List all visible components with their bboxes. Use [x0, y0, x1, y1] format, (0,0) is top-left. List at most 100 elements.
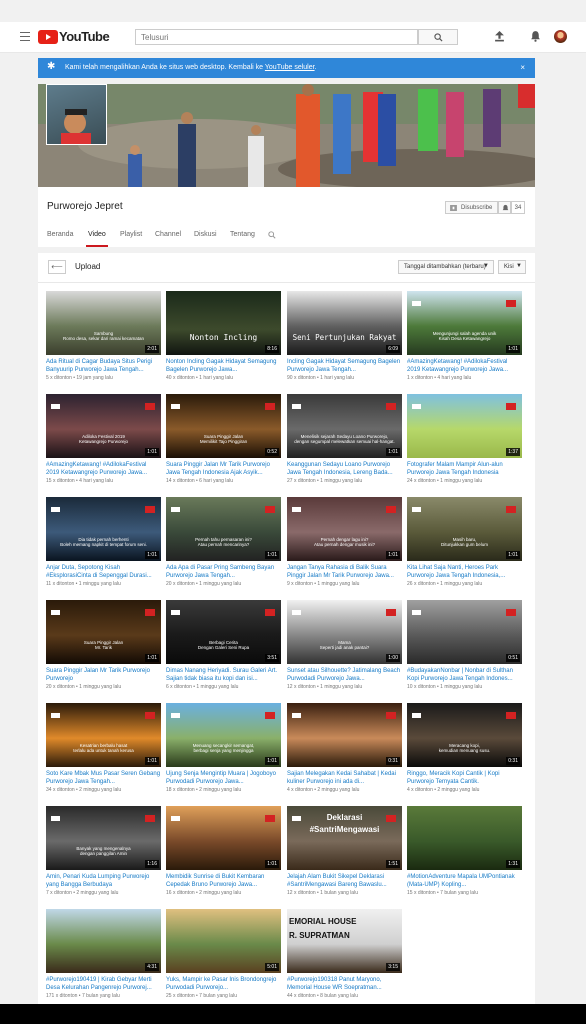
video-card[interactable]: EMORIAL HOUSE R. SUPRATMAN 3:15 #Purworejo…: [287, 909, 402, 999]
video-title[interactable]: Suara Pinggir Jalan Mr Tarik Purworejo P…: [46, 667, 161, 683]
notifications-bell-icon[interactable]: [530, 30, 541, 42]
close-icon[interactable]: ×: [520, 63, 525, 72]
video-card[interactable]: Dia tidak pernah berhenti Boleh memang n…: [46, 497, 161, 587]
search-input[interactable]: [141, 33, 412, 42]
video-card[interactable]: Mama Seperti jadi anak pantai? 1:00 Sunset…: [287, 600, 402, 690]
video-card[interactable]: 1:01 Membidik Sunrise di Bukit Kembaran C…: [166, 806, 281, 896]
unsubscribe-button[interactable]: Disubscribe: [445, 201, 498, 214]
video-thumbnail[interactable]: Suara Pinggir Jalan Mr. Tarik 1:01: [46, 600, 161, 664]
video-thumbnail[interactable]: 4:31: [46, 909, 161, 973]
video-card[interactable]: Meracang kopi, kemudian menuang susu. 0:3…: [407, 703, 522, 793]
video-card[interactable]: Suara Pinggir Jalan Memilikit Tajo Pingg…: [166, 394, 281, 484]
video-title[interactable]: Ujung Senja Mengintip Muara | Jogoboyo P…: [166, 770, 281, 786]
video-card[interactable]: Banyak yang mengenalnya dengan panggilan…: [46, 806, 161, 896]
video-thumbnail[interactable]: Mama Seperti jadi anak pantai? 1:00: [287, 600, 402, 664]
video-thumbnail[interactable]: Mengunjungi salah agenda unik Kisah Desa…: [407, 291, 522, 355]
video-thumbnail[interactable]: Nonton Incling 8:16: [166, 291, 281, 355]
video-title[interactable]: Membidik Sunrise di Bukit Kembaran Ceped…: [166, 873, 281, 889]
video-title[interactable]: Keanggunan Sedayu Loano Purworejo Jawa T…: [287, 461, 402, 477]
video-thumbnail[interactable]: Sambung Romo desa, sekar dari ramai keca…: [46, 291, 161, 355]
video-title[interactable]: #Purworejo190318 Panut Maryono, Memorial…: [287, 976, 402, 992]
video-card[interactable]: Menuang secangkir semangat, berbagi senj…: [166, 703, 281, 793]
video-card[interactable]: Nonton Incling 8:16 Nonton Incling Gagak H…: [166, 291, 281, 381]
video-card[interactable]: Kesatrian berbalu hasat terlalu ada untu…: [46, 703, 161, 793]
video-thumbnail[interactable]: 5:01: [166, 909, 281, 973]
video-card[interactable]: Adiloka Festival 2019 Ketawangrejo Purwo…: [46, 394, 161, 484]
search-box[interactable]: [135, 29, 418, 45]
video-title[interactable]: Incling Gagak Hidayat Semagung Bagelen P…: [287, 358, 402, 374]
video-thumbnail[interactable]: Masih baru, Ditunjukkan gum belum 1:01: [407, 497, 522, 561]
video-thumbnail[interactable]: Pernah dengar lagu ini? Atau pernah deng…: [287, 497, 402, 561]
video-thumbnail[interactable]: 1:31: [407, 806, 522, 870]
back-button[interactable]: ⟵: [48, 260, 66, 274]
video-thumbnail[interactable]: Meracang kopi, kemudian menuang susu. 0:3…: [407, 703, 522, 767]
video-card[interactable]: 1:31 #MotionAdventure Mapala UMPontianak …: [407, 806, 522, 896]
video-thumbnail[interactable]: 0:51: [407, 600, 522, 664]
video-title[interactable]: Ada Ritual di Cagar Budaya Situs Perigi …: [46, 358, 161, 374]
video-thumbnail[interactable]: 1:01: [166, 806, 281, 870]
mobile-site-link[interactable]: YouTube seluler: [265, 64, 315, 71]
video-title[interactable]: Anjar Duta, Sepotong Kisah #EksplorasiCi…: [46, 564, 161, 580]
video-title[interactable]: Sajian Melegakan Kedai Sahabat | Kedai k…: [287, 770, 402, 786]
video-thumbnail[interactable]: Kesatrian berbalu hasat terlalu ada untu…: [46, 703, 161, 767]
menu-icon[interactable]: [20, 32, 30, 41]
video-thumbnail[interactable]: Adiloka Festival 2019 Ketawangrejo Purwo…: [46, 394, 161, 458]
search-button[interactable]: [418, 29, 458, 45]
video-thumbnail[interactable]: 0:31: [287, 703, 402, 767]
video-thumbnail[interactable]: Banyak yang mengenalnya dengan panggilan…: [46, 806, 161, 870]
video-card[interactable]: Deklarasi #SantriMengawasi 1:51 Jelajah Al…: [287, 806, 402, 896]
tab-video[interactable]: Video: [86, 231, 108, 247]
video-title[interactable]: Amin, Penari Kuda Lumping Purworejo yang…: [46, 873, 161, 889]
video-title[interactable]: Sunset atau Silhouette? Jatimalang Beach…: [287, 667, 402, 683]
video-card[interactable]: Sambung Romo desa, sekar dari ramai keca…: [46, 291, 161, 381]
video-title[interactable]: Fotografer Malam Mampir Alun-alun Purwor…: [407, 461, 522, 477]
tab-diskusi[interactable]: Diskusi: [194, 231, 217, 238]
video-card[interactable]: 0:51 #BudayakanNonbar | Nonbar di Sulthan…: [407, 600, 522, 690]
video-title[interactable]: Soto Kare Mbak Mus Pasar Seren Gebang Pu…: [46, 770, 161, 786]
video-card[interactable]: Menelisik sejarah Sedayu Loano Purworejo…: [287, 394, 402, 484]
video-title[interactable]: Yuks, Mampir ke Pasar Inis Brondongrejo …: [166, 976, 281, 992]
video-title[interactable]: #BudayakanNonbar | Nonbar di Sulthan Kop…: [407, 667, 522, 683]
video-card[interactable]: Mengunjungi salah agenda unik Kisah Desa…: [407, 291, 522, 381]
account-avatar[interactable]: [554, 30, 567, 43]
channel-search-icon[interactable]: [268, 231, 276, 239]
video-title[interactable]: Suara Pinggir Jalan Mr Tarik Purworejo J…: [166, 461, 281, 477]
video-card[interactable]: Berbagi Cerita Dengan Galeri Seni Rupa 3:…: [166, 600, 281, 690]
video-card[interactable]: Masih baru, Ditunjukkan gum belum 1:01 Kit…: [407, 497, 522, 587]
video-thumbnail[interactable]: Menelisik sejarah Sedayu Loano Purworejo…: [287, 394, 402, 458]
upload-icon[interactable]: [494, 31, 505, 42]
video-card[interactable]: 5:01 Yuks, Mampir ke Pasar Inis Brondongr…: [166, 909, 281, 999]
video-thumbnail[interactable]: Berbagi Cerita Dengan Galeri Seni Rupa 3:…: [166, 600, 281, 664]
video-title[interactable]: #AmazingKetawang! #AdilokaFestival 2019 …: [407, 358, 522, 374]
tab-beranda[interactable]: Beranda: [47, 231, 73, 238]
video-title[interactable]: Ada Apa di Pasar Pring Sambeng Bayan Pur…: [166, 564, 281, 580]
video-title[interactable]: #Purworejo190419 | Kirab Gebyar Merti De…: [46, 976, 161, 992]
video-title[interactable]: Kita Lihat Saja Nanti, Heroes Park Purwo…: [407, 564, 522, 580]
video-title[interactable]: Dimas Nanang Heriyadi. Surau Galeri Art.…: [166, 667, 281, 683]
video-title[interactable]: Nonton Incling Gagak Hidayat Semagung Ba…: [166, 358, 281, 374]
youtube-logo[interactable]: YouTube: [38, 29, 110, 45]
video-title[interactable]: Jelajah Alam Bukit Sikepel Deklarasi #Sa…: [287, 873, 402, 889]
video-thumbnail[interactable]: EMORIAL HOUSE R. SUPRATMAN 3:15: [287, 909, 402, 973]
video-card[interactable]: Pernah dengar lagu ini? Atau pernah deng…: [287, 497, 402, 587]
channel-avatar[interactable]: [46, 84, 107, 145]
video-thumbnail[interactable]: Dia tidak pernah berhenti Boleh memang n…: [46, 497, 161, 561]
tab-channel[interactable]: Channel: [155, 231, 181, 238]
video-thumbnail[interactable]: Deklarasi #SantriMengawasi 1:51: [287, 806, 402, 870]
video-title[interactable]: #AmazingKetawang! #AdilokaFestival 2019 …: [46, 461, 161, 477]
video-thumbnail[interactable]: Pernah tahu pernasaran ini? Atau pernah …: [166, 497, 281, 561]
video-thumbnail[interactable]: 1:37: [407, 394, 522, 458]
video-card[interactable]: 0:31 Sajian Melegakan Kedai Sahabat | Ked…: [287, 703, 402, 793]
video-title[interactable]: Ringgo, Meracik Kopi Cantik | Kopi Purwo…: [407, 770, 522, 786]
video-card[interactable]: Suara Pinggir Jalan Mr. Tarik 1:01 Suara P…: [46, 600, 161, 690]
video-card[interactable]: Seni Pertunjukan Rakyat 6:09 Incling Gagak…: [287, 291, 402, 381]
video-title[interactable]: Jangan Tanya Rahasia di Balik Suara Ping…: [287, 564, 402, 580]
video-thumbnail[interactable]: Seni Pertunjukan Rakyat 6:09: [287, 291, 402, 355]
video-card[interactable]: 4:31 #Purworejo190419 | Kirab Gebyar Mert…: [46, 909, 161, 999]
video-thumbnail[interactable]: Menuang secangkir semangat, berbagi senj…: [166, 703, 281, 767]
tab-playlist[interactable]: Playlist: [120, 231, 142, 238]
channel-notification-button[interactable]: [498, 201, 511, 214]
tab-tentang[interactable]: Tentang: [230, 231, 255, 238]
sort-dropdown[interactable]: Tanggal ditambahkan (terbaru) ▼: [398, 260, 494, 274]
video-card[interactable]: Pernah tahu pernasaran ini? Atau pernah …: [166, 497, 281, 587]
